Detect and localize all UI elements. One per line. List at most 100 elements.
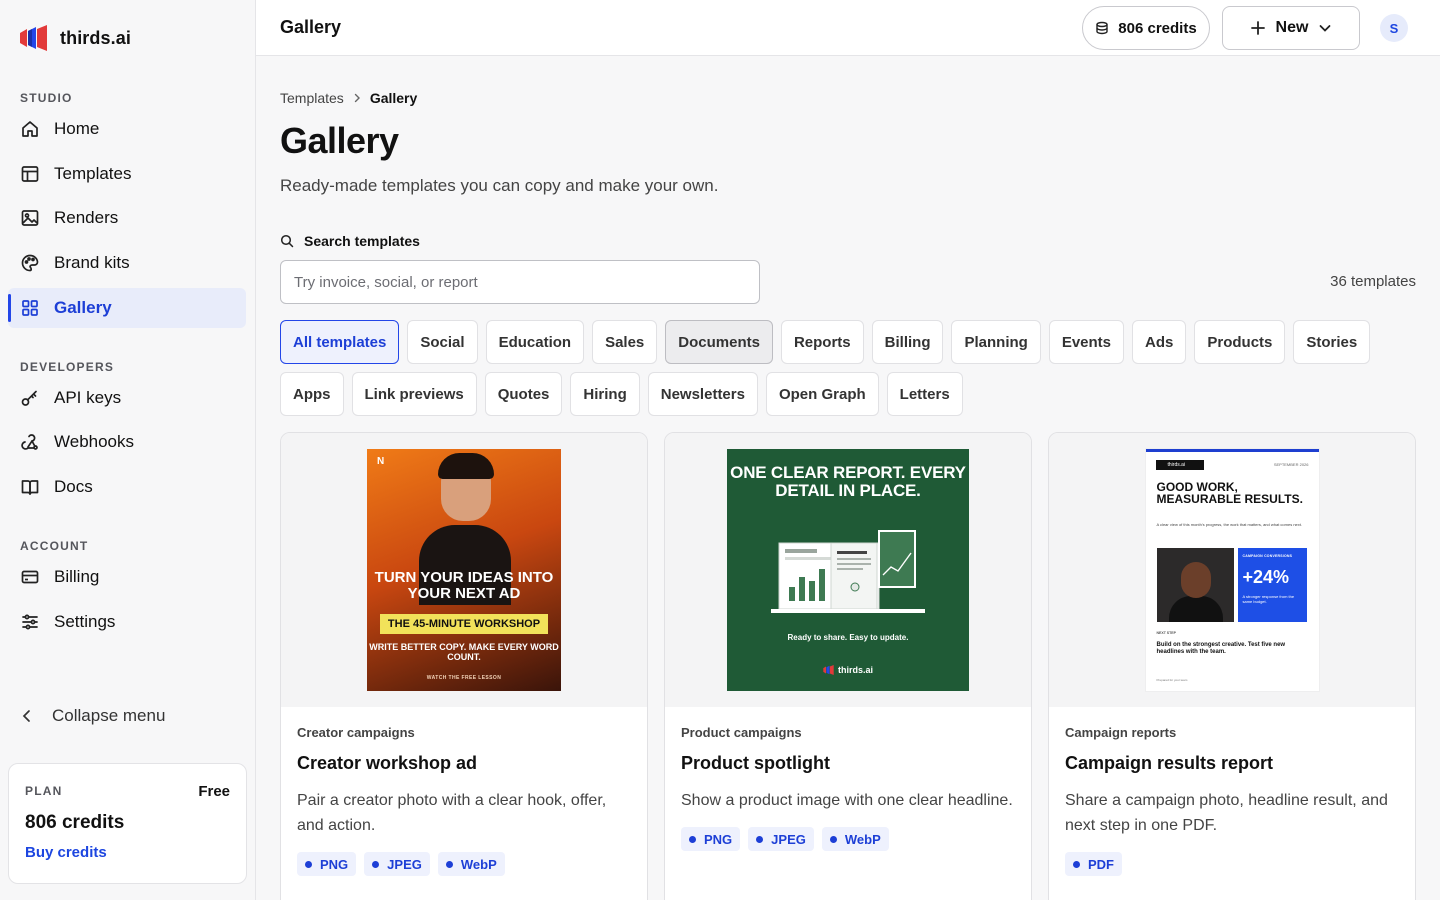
sidebar-item-webhooks[interactable]: Webhooks	[8, 422, 246, 462]
plan-credits: 806 credits	[25, 812, 125, 833]
sidebar-item-settings[interactable]: Settings	[8, 602, 246, 642]
search-label-text: Search templates	[304, 233, 420, 249]
filter-chip-hiring[interactable]: Hiring	[570, 372, 640, 416]
filter-chip-apps[interactable]: Apps	[280, 372, 344, 416]
sidebar-item-label: Docs	[54, 477, 93, 496]
card-description: Share a campaign photo, headline result,…	[1065, 792, 1388, 834]
user-avatar[interactable]: S	[1380, 14, 1408, 42]
brand[interactable]: thirds.ai	[20, 25, 131, 51]
home-icon	[22, 121, 38, 137]
key-icon	[21, 390, 37, 406]
filter-chip-reports[interactable]: Reports	[780, 320, 864, 364]
sidebar-item-brand-kits[interactable]: Brand kits	[8, 243, 246, 283]
sidebar-item-label: Home	[54, 119, 100, 138]
filter-chip-products[interactable]: Products	[1194, 320, 1286, 364]
search-icon	[280, 234, 294, 248]
sidebar-item-label: Renders	[54, 208, 119, 227]
ad-badge: N	[377, 456, 385, 467]
creator-ad-thumbnail: N TURN YOUR IDEAS INTO YOUR NEXT AD THE …	[367, 449, 561, 691]
sidebar-item-gallery[interactable]: Gallery	[8, 288, 246, 328]
filter-chip-link-previews[interactable]: Link previews	[351, 372, 477, 416]
chevron-right-icon	[354, 93, 360, 103]
template-card-product-spotlight[interactable]: ONE CLEAR REPORT. EVERY DETAIL IN PLACE.	[664, 432, 1032, 900]
plan-card: PLAN Free 806 credits Buy credits	[8, 763, 247, 884]
spotlight-headline: ONE CLEAR REPORT. EVERY DETAIL IN PLACE.	[730, 463, 966, 500]
sidebar-item-label: Settings	[54, 612, 116, 631]
filter-chip-letters[interactable]: Letters	[886, 372, 963, 416]
ad-headline: TURN YOUR IDEAS INTO YOUR NEXT AD	[374, 569, 554, 602]
card-title: Creator workshop ad	[297, 753, 478, 773]
report-headline: GOOD WORK, MEASURABLE RESULTS.	[1156, 480, 1303, 506]
credits-button[interactable]: 806 credits	[1082, 6, 1210, 50]
breadcrumb-parent[interactable]: Templates	[280, 90, 344, 106]
plan-tier: Free	[198, 783, 230, 800]
sidebar-item-home[interactable]: Home	[8, 109, 246, 149]
report-intro: A clear view of this month's progress, t…	[1156, 522, 1303, 527]
filter-chip-quotes[interactable]: Quotes	[484, 372, 563, 416]
brand-logo-icon	[823, 665, 834, 675]
card-category: Campaign reports	[1065, 725, 1177, 740]
report-next-text: Build on the strongest creative. Test fi…	[1156, 642, 1286, 655]
sidebar-item-api-keys[interactable]: API keys	[8, 378, 246, 418]
buy-credits-link[interactable]: Buy credits	[25, 844, 230, 861]
campaign-report-thumbnail: thirds.ai SEPTEMBER 2026 GOOD WORK, MEAS…	[1145, 449, 1319, 691]
ad-footer: WATCH THE FREE LESSON	[426, 675, 502, 681]
filter-chip-social[interactable]: Social	[407, 320, 478, 364]
new-button[interactable]: New	[1222, 6, 1360, 50]
format-tags: PDF	[1065, 852, 1399, 876]
format-tags: PNG JPEG WebP	[297, 852, 631, 876]
format-tag: WebP	[821, 827, 889, 851]
filter-chip-all-templates[interactable]: All templates	[280, 320, 400, 364]
sidebar-item-label: Gallery	[54, 298, 112, 317]
template-cards: N TURN YOUR IDEAS INTO YOUR NEXT AD THE …	[280, 432, 1416, 900]
credit-card-icon	[21, 570, 39, 584]
card-category: Product campaigns	[681, 725, 802, 740]
format-tag: JPEG	[364, 852, 430, 876]
breadcrumb-current: Gallery	[369, 90, 418, 106]
search-label: Search templates	[280, 233, 420, 249]
card-category: Creator campaigns	[297, 725, 415, 740]
card-title: Product spotlight	[681, 753, 830, 773]
collapse-menu-button[interactable]: Collapse menu	[20, 706, 165, 726]
image-icon	[21, 210, 39, 226]
page-subtitle: Ready-made templates you can copy and ma…	[280, 176, 719, 195]
card-description: Show a product image with one clear head…	[681, 792, 1013, 809]
template-card-campaign-results-report[interactable]: thirds.ai SEPTEMBER 2026 GOOD WORK, MEAS…	[1048, 432, 1416, 900]
report-stat-label: CAMPAIGN CONVERSIONS	[1242, 554, 1293, 558]
filter-chip-open-graph[interactable]: Open Graph	[765, 372, 879, 416]
sidebar-item-templates[interactable]: Templates	[8, 154, 246, 194]
sidebar-item-renders[interactable]: Renders	[8, 198, 246, 238]
template-card-creator-workshop-ad[interactable]: N TURN YOUR IDEAS INTO YOUR NEXT AD THE …	[280, 432, 648, 900]
sidebar-item-label: API keys	[54, 388, 122, 407]
filter-chip-documents[interactable]: Documents	[665, 320, 773, 364]
section-developers: DEVELOPERS	[20, 360, 115, 374]
laptop-chart-illustration	[771, 530, 925, 613]
filter-chip-stories[interactable]: Stories	[1293, 320, 1371, 364]
sidebar-item-label: Webhooks	[54, 432, 135, 451]
filter-chip-newsletters[interactable]: Newsletters	[647, 372, 758, 416]
filter-chip-ads[interactable]: Ads	[1132, 320, 1187, 364]
product-spotlight-thumbnail: ONE CLEAR REPORT. EVERY DETAIL IN PLACE.	[727, 449, 969, 691]
section-account: ACCOUNT	[20, 539, 89, 553]
card-description: Pair a creator photo with a clear hook, …	[297, 792, 607, 834]
filter-chip-events[interactable]: Events	[1048, 320, 1125, 364]
top-header: Gallery 806 credits New S	[256, 0, 1440, 56]
search-input[interactable]	[280, 260, 760, 304]
filter-chip-education[interactable]: Education	[485, 320, 585, 364]
format-tag: PDF	[1065, 852, 1122, 876]
chevron-down-icon	[1320, 25, 1331, 32]
sidebar-item-docs[interactable]: Docs	[8, 467, 246, 507]
sidebar-item-billing[interactable]: Billing	[8, 557, 246, 597]
spotlight-logo: thirds.ai	[727, 665, 969, 675]
sliders-icon	[22, 614, 38, 630]
report-date: SEPTEMBER 2026	[1273, 462, 1309, 467]
filter-chip-sales[interactable]: Sales	[592, 320, 658, 364]
report-photo	[1156, 548, 1234, 622]
report-stat-box: CAMPAIGN CONVERSIONS +24% A stronger res…	[1237, 548, 1307, 622]
filter-chip-billing[interactable]: Billing	[871, 320, 944, 364]
report-stat-value: +24%	[1242, 567, 1290, 587]
palette-icon	[21, 254, 39, 272]
plus-icon	[1250, 21, 1265, 35]
filter-chip-planning[interactable]: Planning	[951, 320, 1041, 364]
filter-chips: All templates Social Education Sales Doc…	[280, 320, 1416, 416]
